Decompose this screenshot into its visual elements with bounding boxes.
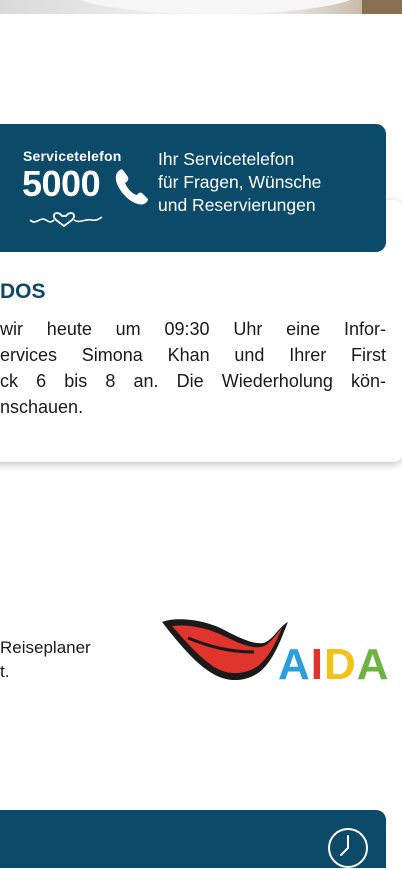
header-photo	[0, 0, 402, 14]
news-line: wir heute um 09:30 Uhr eine Infor-	[0, 319, 386, 339]
service-desc-line: Ihr Servicetelefon	[158, 149, 295, 169]
news-line: nschauen.	[0, 397, 84, 417]
news-line: ervices Simona Khan und Ihrer First	[0, 345, 386, 365]
service-phone-number: 5000	[22, 163, 101, 204]
service-desc-line: und Reservierungen	[158, 195, 316, 215]
news-body: wir heute um 09:30 Uhr eine Infor- ervic…	[0, 316, 386, 420]
phone-icon	[115, 169, 148, 205]
planer-line: Reiseplaner	[0, 638, 91, 657]
planer-line: t.	[0, 662, 10, 681]
news-line: ck 6 bis 8 an. Die Wiederholung kön-	[0, 371, 386, 391]
clock-icon[interactable]	[326, 826, 370, 870]
aida-letter: A	[278, 640, 311, 689]
aida-letter: D	[324, 640, 357, 689]
aida-wordmark: AIDA	[278, 640, 390, 690]
aida-letter: A	[356, 640, 390, 689]
reiseplaner-text: Reiseplaner t.	[0, 636, 91, 684]
service-phone-description: Ihr Servicetelefon für Fragen, Wünsche u…	[158, 148, 378, 217]
photo-subject	[70, 0, 360, 14]
service-desc-line: für Fragen, Wünsche	[158, 172, 322, 192]
aida-letter: I	[310, 640, 325, 689]
bottom-bar	[0, 810, 386, 868]
service-phone-banner[interactable]: Servicetelefon 5000 Ihr Servicetelefon f…	[0, 124, 386, 252]
photo-edge	[362, 0, 402, 14]
news-title: DOS	[0, 280, 46, 303]
heart-line-icon	[29, 212, 103, 228]
